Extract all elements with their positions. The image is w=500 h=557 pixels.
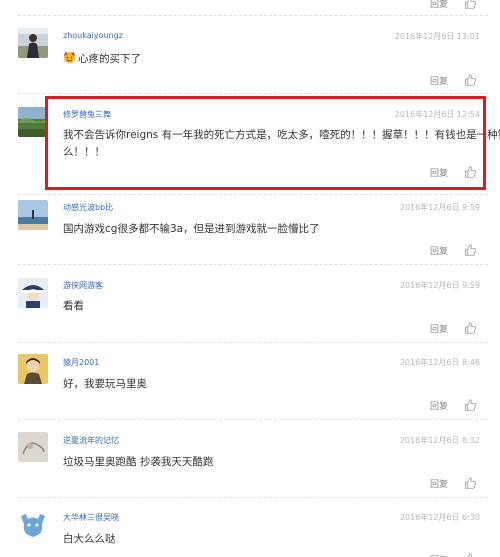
comment-actions: 回复 (430, 73, 476, 87)
previous-comment-actions: 回复 (430, 0, 476, 10)
emoji-icon (63, 51, 76, 64)
thumbs-up-icon[interactable] (464, 553, 476, 557)
comment-text-line: 么！！！ (63, 146, 105, 158)
user-avatar[interactable] (18, 432, 48, 462)
comment-actions: 回复 (430, 476, 476, 490)
user-avatar[interactable] (18, 28, 48, 58)
reply-button[interactable]: 回复 (430, 322, 448, 335)
username-link[interactable]: 逆夏流年的记忆 (63, 435, 119, 446)
comment-timestamp: 2016年12月6日 8:46 (399, 358, 480, 367)
reply-button[interactable]: 回复 (430, 74, 448, 87)
username-link[interactable]: zhoukaiyoungz (63, 31, 123, 40)
comment-actions: 回复 (430, 552, 476, 557)
divider (18, 342, 488, 343)
username-link[interactable]: 猿月2001 (63, 357, 99, 368)
comment-timestamp: 2016年12月6日 13:01 (394, 32, 480, 41)
thumbs-up-icon[interactable] (464, 244, 476, 256)
reply-button[interactable]: 回复 (430, 244, 448, 257)
comment-text: 国内游戏cg很多都不输3a，但是进到游戏就一脸懵比了 (63, 223, 320, 235)
user-avatar[interactable] (18, 510, 48, 540)
divider (18, 15, 488, 16)
thumbs-up-icon[interactable] (464, 166, 476, 178)
comment-timestamp: 2016年12月6日 8:32 (399, 436, 480, 445)
divider (18, 264, 488, 265)
username-link[interactable]: 游侠网游客 (63, 280, 103, 291)
comment-text: 看看 (63, 300, 84, 312)
comment-actions: 回复 (430, 165, 476, 179)
comment-actions: 回复 (430, 243, 476, 257)
reply-button[interactable]: 回复 (430, 477, 448, 490)
divider (18, 194, 488, 195)
comment-timestamp: 2016年12月6日 6:30 (399, 513, 480, 522)
comment-text: 好，我要玩马里奥 (63, 378, 147, 390)
user-avatar[interactable] (18, 200, 48, 230)
reply-button[interactable]: 回复 (430, 0, 448, 10)
username-link[interactable]: 大华林三很吴晓 (63, 512, 119, 523)
comment-text: 我不会告诉你reigns 有一年我的死亡方式是，吃太多，噎死的！！！握草！！！有… (63, 127, 500, 161)
comment-actions: 回复 (430, 398, 476, 412)
thumbs-up-icon[interactable] (464, 322, 476, 334)
reply-button[interactable]: 回复 (430, 553, 448, 557)
divider (18, 497, 488, 498)
comment-actions: 回复 (430, 321, 476, 335)
user-avatar[interactable] (18, 278, 48, 308)
divider (18, 93, 488, 94)
thumbs-up-icon[interactable] (464, 399, 476, 411)
comment-text-value: 心疼的买下了 (78, 53, 141, 65)
user-avatar[interactable] (18, 354, 48, 384)
comment-text: 垃圾马里奥跑酷 抄袭我天天酷跑 (63, 456, 214, 468)
thumbs-up-icon[interactable] (464, 74, 476, 86)
comment-timestamp: 2016年12月6日 9:59 (399, 203, 480, 212)
comment-text: 白大么么哒 (63, 533, 116, 545)
username-link[interactable]: 修罗替兔三舞 (63, 109, 111, 120)
comment-text-line: 我不会告诉你reigns 有一年我的死亡方式是，吃太多，噎死的！！！握草！！！有… (63, 129, 500, 141)
reply-button[interactable]: 回复 (430, 399, 448, 412)
reply-button[interactable]: 回复 (430, 166, 448, 179)
divider (18, 419, 488, 420)
username-link[interactable]: 动感光波bb比 (63, 202, 113, 213)
comment-text: 心疼的买下了 (63, 51, 483, 68)
user-avatar[interactable] (18, 107, 48, 137)
thumbs-up-icon[interactable] (464, 0, 476, 9)
thumbs-up-icon[interactable] (464, 477, 476, 489)
comment-timestamp: 2016年12月6日 12:54 (394, 110, 480, 119)
comment-timestamp: 2016年12月6日 9:59 (399, 281, 480, 290)
